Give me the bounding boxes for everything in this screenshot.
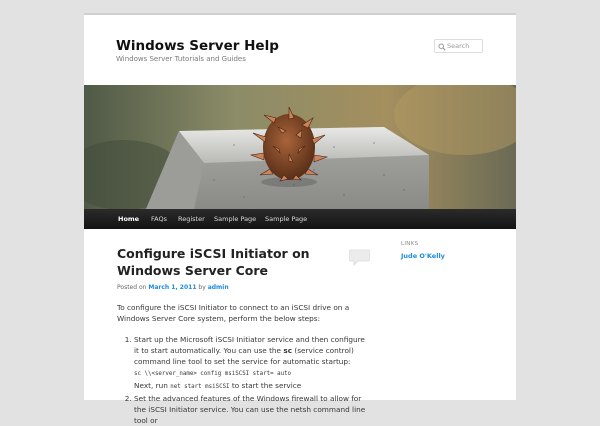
- search-box[interactable]: [434, 39, 483, 53]
- step-item: Set the advanced features of the Windows…: [134, 393, 372, 426]
- site-title[interactable]: Windows Server Help: [116, 38, 279, 54]
- step-1-strong: sc: [283, 346, 293, 355]
- nav-item-sample-page-2[interactable]: Sample Page: [265, 215, 307, 223]
- nav-item-faqs[interactable]: FAQs: [151, 215, 167, 223]
- step-1-next-b: to start the service: [229, 381, 302, 390]
- post-title[interactable]: Configure iSCSI Initiator on Windows Ser…: [117, 245, 317, 279]
- post-intro: To configure the iSCSI Initiator to conn…: [117, 303, 350, 323]
- post-content: To configure the iSCSI Initiator to conn…: [117, 302, 372, 426]
- search-icon: [438, 43, 446, 51]
- nav-item-register[interactable]: Register: [178, 215, 205, 223]
- post-date-link[interactable]: March 1, 2011: [148, 284, 196, 291]
- by-label: by: [198, 284, 206, 291]
- post-author-link[interactable]: admin: [208, 284, 229, 291]
- site-description: Windows Server Tutorials and Guides: [116, 55, 246, 63]
- step-1-code: sc \\<server_name> config msiSCSI start=…: [134, 371, 292, 377]
- step-1-code-2: net start msiSCSI: [170, 384, 230, 390]
- sidebar-link[interactable]: Jude O'Kelly: [401, 252, 445, 260]
- step-1-next-a: Next, run: [134, 381, 171, 390]
- step-item: Start up the Microsoft iSCSI Initiator s…: [134, 334, 372, 393]
- nav-item-home[interactable]: Home: [118, 215, 139, 223]
- sidebar-heading: LINKS: [401, 241, 419, 247]
- search-input[interactable]: [447, 41, 481, 51]
- step-2-text: Set the advanced features of the Windows…: [134, 394, 366, 425]
- main-navigation: Home FAQs Register Sample Page Sample Pa…: [84, 209, 516, 229]
- nav-item-sample-page[interactable]: Sample Page: [214, 215, 256, 223]
- comment-bubble-icon[interactable]: [349, 248, 370, 266]
- pinecone-image: [84, 85, 516, 209]
- header-banner-image: [84, 85, 516, 209]
- post-meta: Posted on March 1, 2011 by admin: [117, 284, 229, 291]
- steps-list: Start up the Microsoft iSCSI Initiator s…: [117, 334, 372, 426]
- posted-on-label: Posted on: [117, 284, 147, 291]
